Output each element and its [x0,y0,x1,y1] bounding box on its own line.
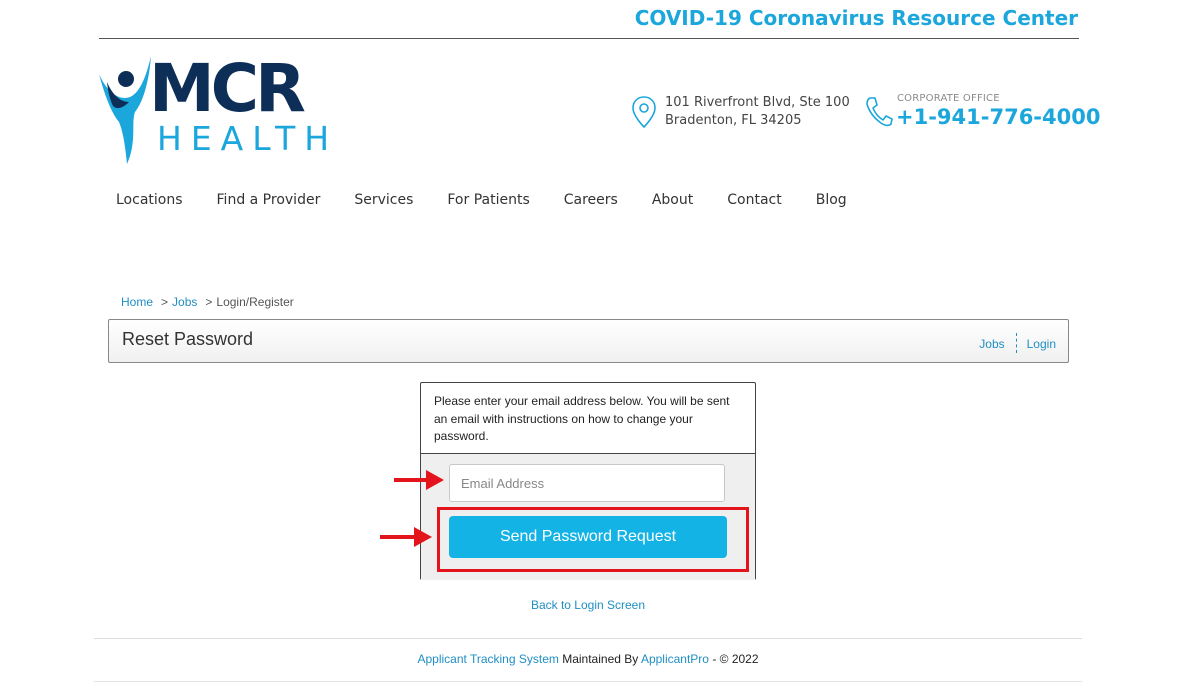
applicant-tracking-link[interactable]: Applicant Tracking System [417,652,558,666]
jobs-link[interactable]: Jobs [979,337,1004,351]
covid-resource-link[interactable]: COVID-19 Coronavirus Resource Center [600,6,1078,30]
email-address-input[interactable] [449,464,725,502]
footer-bottom-divider [94,681,1082,682]
nav-careers[interactable]: Careers [564,192,618,208]
login-link[interactable]: Login [1027,337,1056,351]
corporate-office-label: CORPORATE OFFICE [897,93,1000,104]
address-line-1: 101 Riverfront Blvd, Ste 100 [665,95,850,110]
breadcrumb-home[interactable]: Home [121,295,153,309]
location-pin-icon [632,96,656,129]
copyright-text: - © 2022 [708,652,759,666]
nav-blog[interactable]: Blog [816,192,847,208]
nav-about[interactable]: About [652,192,693,208]
header-divider [99,38,1079,39]
page-title-bar: Reset Password Jobs Login [108,319,1069,363]
office-address: 101 Riverfront Blvd, Ste 100 Bradenton, … [665,94,850,130]
title-bar-links: Jobs Login [979,333,1056,355]
mcr-health-logo[interactable]: MCR HEALTH [97,50,329,168]
address-line-2: Bradenton, FL 34205 [665,113,802,128]
maintained-by-text: Maintained By [558,652,641,666]
nav-services[interactable]: Services [354,192,413,208]
logo-health-text: HEALTH [157,119,339,158]
arrow-annotation-icon [380,527,432,547]
back-to-login-link[interactable]: Back to Login Screen [420,598,756,612]
phone-number-link[interactable]: +1-941-776-4000 [896,105,1100,129]
link-divider [1015,333,1017,353]
arrow-annotation-icon [394,470,446,490]
applicantpro-link[interactable]: ApplicantPro [641,652,709,666]
logo-mcr-text: MCR [149,50,306,127]
breadcrumb-separator: > [205,295,213,309]
nav-contact[interactable]: Contact [727,192,781,208]
page-title: Reset Password [122,329,254,349]
breadcrumb-current: Login/Register [216,295,294,309]
footer-divider [94,638,1082,639]
nav-for-patients[interactable]: For Patients [447,192,529,208]
phone-icon [866,97,893,127]
nav-locations[interactable]: Locations [116,192,183,208]
breadcrumb-separator: > [161,295,169,309]
logo-figure-icon [99,56,151,164]
main-navigation: Locations Find a Provider Services For P… [116,192,881,208]
nav-find-a-provider[interactable]: Find a Provider [217,192,321,208]
annotation-highlight-box [437,507,749,572]
reset-instructions: Please enter your email address below. Y… [434,394,730,443]
breadcrumb: Home > Jobs > Login/Register [121,295,294,309]
footer: Applicant Tracking System Maintained By … [94,652,1082,666]
breadcrumb-jobs[interactable]: Jobs [172,295,197,309]
